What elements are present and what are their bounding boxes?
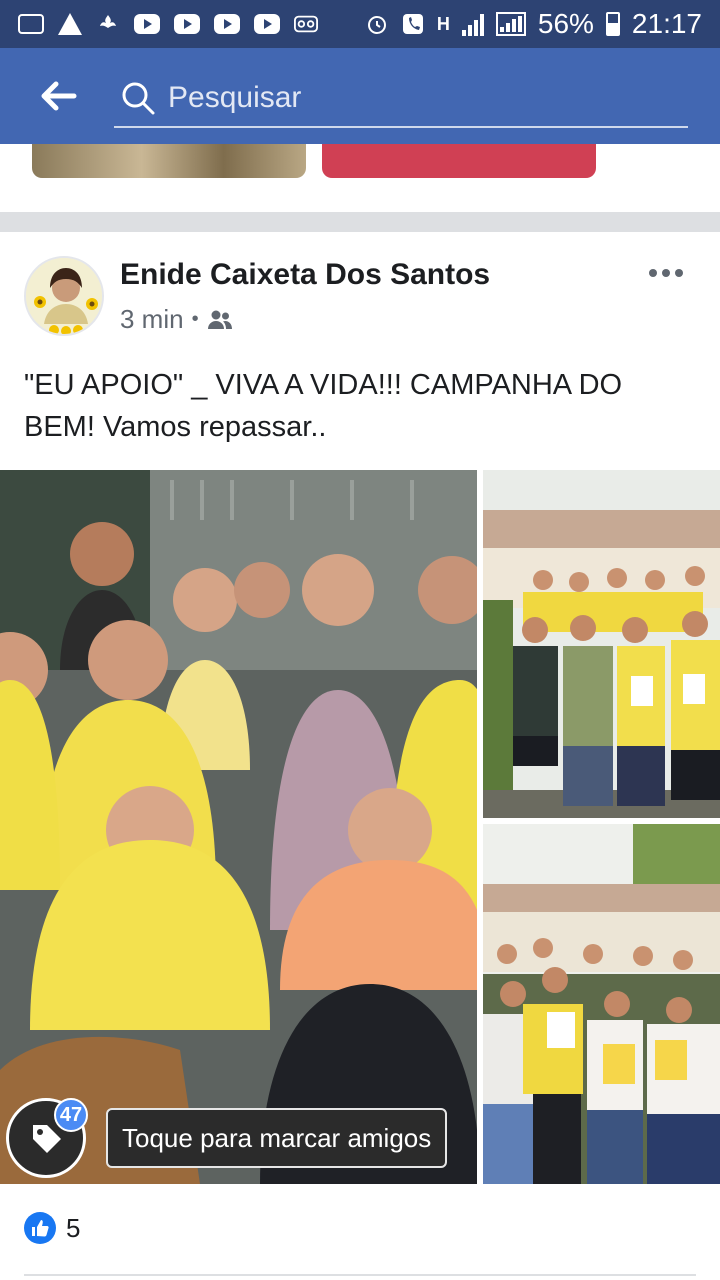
post-card: Enide Caixeta Dos Santos 3 min • "EU APO… xyxy=(0,232,720,1280)
battery-percent: 56% xyxy=(537,8,594,39)
friends-icon xyxy=(207,310,232,329)
phone-icon xyxy=(402,14,423,34)
system-status: H 56% 21:17 xyxy=(365,8,702,40)
voicemail-icon xyxy=(294,15,318,33)
post-time[interactable]: 3 min xyxy=(120,304,184,335)
battery-icon xyxy=(605,12,620,36)
more-icon xyxy=(675,269,683,277)
back-arrow-icon[interactable] xyxy=(38,78,78,114)
signal-icon xyxy=(495,12,526,36)
more-icon xyxy=(649,269,657,277)
post-photo-main[interactable] xyxy=(0,470,477,1184)
meta-separator: • xyxy=(191,308,199,330)
santander-icon xyxy=(100,15,116,28)
like-icon xyxy=(24,1212,56,1244)
clock: 21:17 xyxy=(631,8,702,39)
youtube-icon xyxy=(134,14,160,34)
warning-icon xyxy=(58,13,82,35)
post-divider xyxy=(24,1274,696,1276)
previous-post-tail xyxy=(0,144,720,212)
students-photo xyxy=(483,470,720,818)
post-photo-bottom[interactable] xyxy=(483,824,720,1184)
post-text: "EU APOIO" _ VIVA A VIDA!!! CAMPANHA DO … xyxy=(24,369,623,443)
youtube-icon xyxy=(214,14,240,34)
tag-count-badge: 47 xyxy=(54,1098,88,1132)
avatar-image xyxy=(26,258,102,334)
search-app-bar xyxy=(0,48,720,144)
more-icon xyxy=(662,269,670,277)
network-type: H xyxy=(436,13,450,34)
more-options-button[interactable] xyxy=(646,258,686,288)
youtube-icon xyxy=(254,14,280,34)
tag-friends-tooltip[interactable]: Toque para marcar amigos xyxy=(106,1108,448,1168)
previous-post-image[interactable] xyxy=(32,144,306,178)
like-count: 5 xyxy=(66,1212,81,1243)
post-photo-top[interactable] xyxy=(483,470,720,818)
alarm-icon xyxy=(367,16,386,34)
previous-post-image[interactable] xyxy=(322,144,596,178)
signal-icon xyxy=(461,12,484,36)
status-bar: H 56% 21:17 xyxy=(0,0,720,48)
post-author[interactable]: Enide Caixeta Dos Santos xyxy=(120,258,490,292)
feed-divider xyxy=(0,212,720,232)
reactions-summary[interactable]: 5 xyxy=(24,1212,80,1244)
youtube-icon xyxy=(174,14,200,34)
group-photo xyxy=(0,470,477,1184)
search-field[interactable] xyxy=(114,70,688,128)
students-photo xyxy=(483,824,720,1184)
avatar[interactable] xyxy=(24,256,104,336)
notification-icons xyxy=(18,12,318,36)
post-meta: 3 min • xyxy=(120,304,233,335)
search-input[interactable] xyxy=(168,78,668,118)
gallery-icon xyxy=(18,14,44,34)
search-icon xyxy=(122,82,155,115)
